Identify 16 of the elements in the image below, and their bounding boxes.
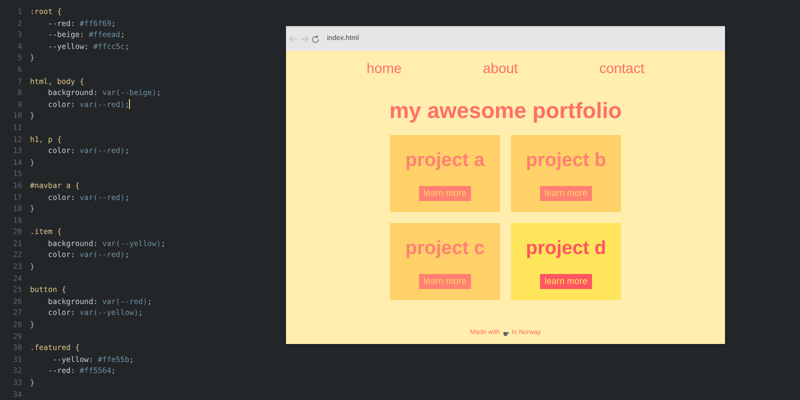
project-title: project b bbox=[526, 149, 606, 173]
reload-icon[interactable] bbox=[311, 34, 320, 44]
nav-link[interactable]: contact bbox=[599, 58, 644, 79]
project-title: project d bbox=[526, 237, 606, 261]
learn-more-button[interactable]: learn more bbox=[540, 186, 592, 200]
project-title: project c bbox=[405, 237, 485, 261]
learn-more-button[interactable]: learn more bbox=[419, 186, 471, 200]
coffee-cup-icon bbox=[502, 330, 509, 336]
forward-icon[interactable] bbox=[300, 35, 309, 43]
project-title: project a bbox=[405, 149, 485, 173]
nav-link[interactable]: about bbox=[482, 58, 518, 79]
back-icon[interactable] bbox=[289, 35, 298, 43]
nav-link[interactable]: home bbox=[366, 58, 402, 79]
learn-more-button[interactable]: learn more bbox=[419, 274, 471, 288]
learn-more-button[interactable]: learn more bbox=[540, 274, 592, 288]
page-heading: my awesome portfolio bbox=[388, 97, 623, 125]
